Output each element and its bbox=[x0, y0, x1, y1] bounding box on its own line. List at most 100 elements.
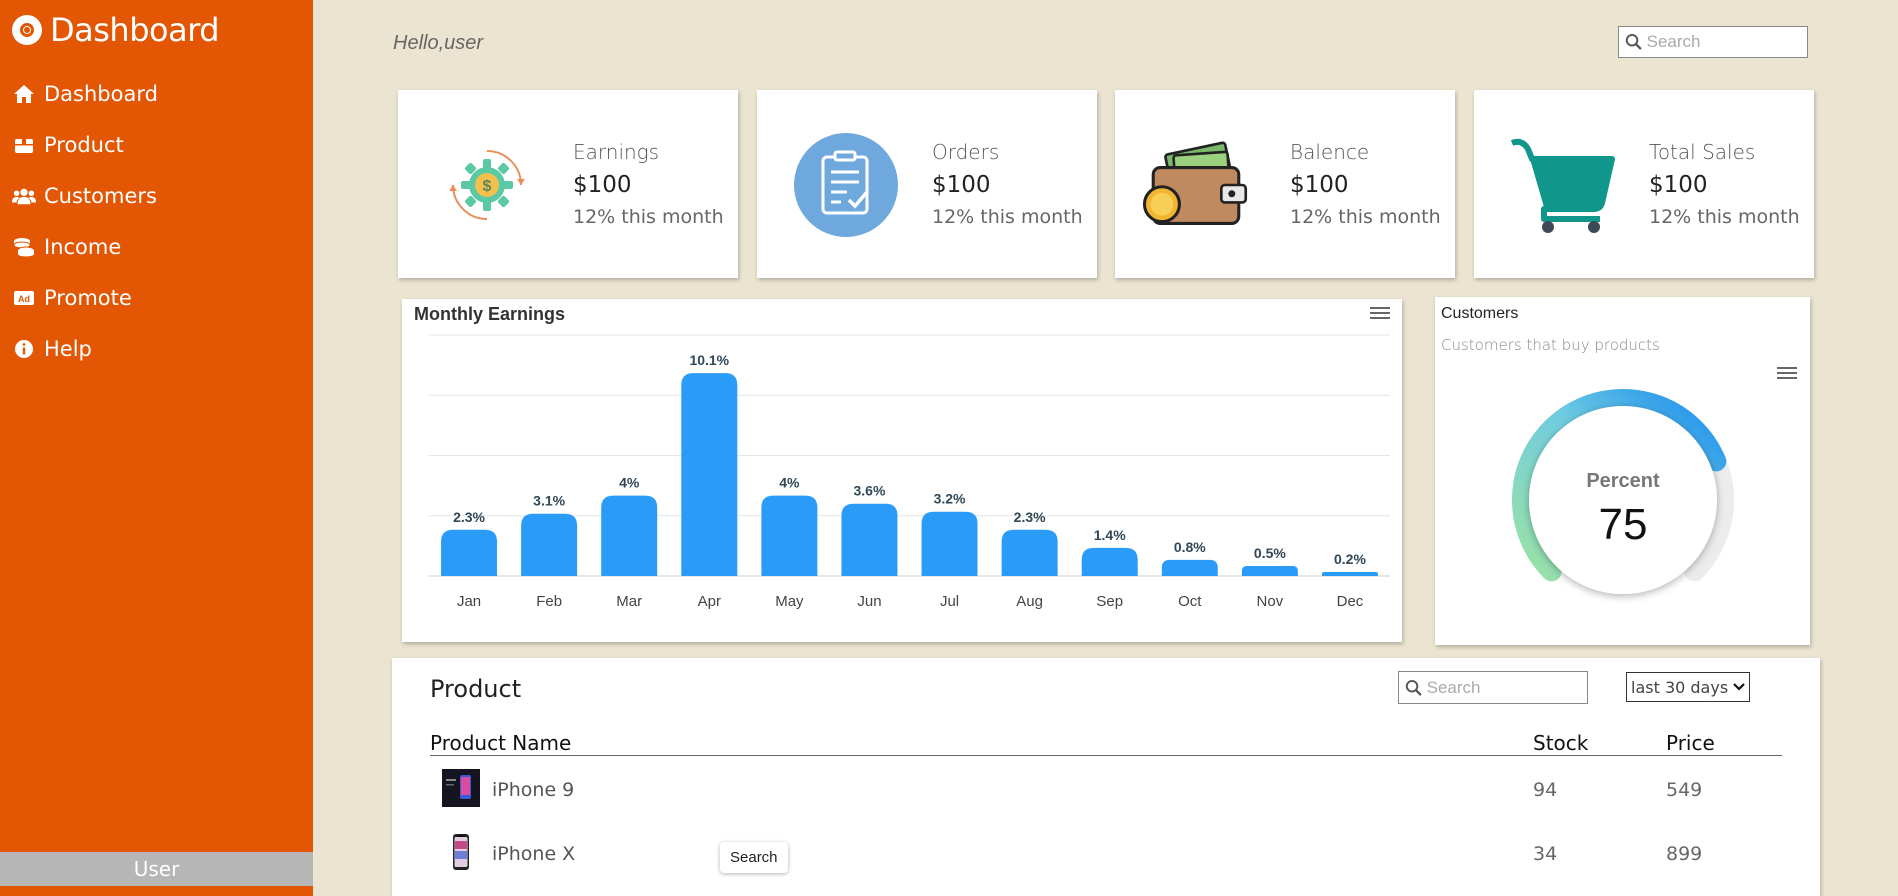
card-value: $100 bbox=[1649, 172, 1708, 198]
sidebar-item-help[interactable]: Help bbox=[12, 323, 158, 374]
x-tick-label: Mar bbox=[616, 593, 642, 610]
data-label: 2.3% bbox=[453, 509, 485, 525]
bar[interactable] bbox=[441, 529, 498, 576]
customers-panel: Customers Customers that buy products Pe… bbox=[1435, 297, 1810, 645]
data-label: 4% bbox=[619, 475, 640, 491]
product-title: Product bbox=[430, 675, 522, 703]
sidebar-item-label: Promote bbox=[44, 285, 132, 310]
data-label: 3.1% bbox=[533, 493, 565, 509]
bar[interactable] bbox=[1081, 547, 1138, 576]
x-tick-label: Jun bbox=[857, 593, 881, 610]
product-name: iPhone 9 bbox=[492, 779, 575, 801]
header-search[interactable] bbox=[1618, 26, 1808, 58]
range-select[interactable]: last 30 days bbox=[1626, 672, 1750, 702]
card-label: Balence bbox=[1290, 140, 1370, 164]
product-price: 899 bbox=[1666, 843, 1703, 865]
data-label: 2.3% bbox=[1014, 509, 1046, 525]
stat-card-balance: Balence $100 12% this month bbox=[1115, 90, 1455, 278]
clipboard-check-icon bbox=[791, 130, 901, 240]
cart-icon bbox=[1508, 130, 1618, 240]
card-sub: 12% this month bbox=[573, 206, 724, 228]
product-stock: 34 bbox=[1533, 843, 1558, 865]
sidebar-item-income[interactable]: Income bbox=[12, 221, 158, 272]
chart-menu-icon[interactable] bbox=[1370, 304, 1390, 320]
sidebar-item-label: Customers bbox=[44, 183, 157, 208]
home-icon bbox=[12, 82, 36, 106]
data-label: 0.5% bbox=[1254, 545, 1286, 561]
sidebar: Dashboard Dashboard Product Customers In… bbox=[0, 0, 313, 896]
header-divider bbox=[430, 755, 1782, 756]
svg-text:$: $ bbox=[483, 178, 492, 195]
stat-card-earnings: $ Earnings $100 12% this month bbox=[398, 90, 738, 278]
data-label: 0.2% bbox=[1334, 551, 1366, 567]
table-row[interactable]: iPhone 9 94 549 bbox=[430, 759, 1782, 817]
x-tick-label: May bbox=[775, 593, 804, 610]
users-icon bbox=[12, 184, 36, 208]
sidebar-item-dashboard[interactable]: Dashboard bbox=[12, 68, 158, 119]
data-label: 1.4% bbox=[1094, 527, 1126, 543]
chart-title: Monthly Earnings bbox=[414, 304, 566, 324]
search-input[interactable] bbox=[1646, 32, 1807, 52]
search-tooltip: Search bbox=[720, 842, 788, 873]
card-value: $100 bbox=[1290, 172, 1349, 198]
search-icon bbox=[1625, 33, 1642, 50]
table-row[interactable]: iPhone X 34 899 bbox=[430, 823, 1782, 881]
brand-logo-icon bbox=[12, 15, 42, 45]
search-icon bbox=[1405, 679, 1422, 696]
card-value: $100 bbox=[932, 172, 991, 198]
x-tick-label: Jul bbox=[940, 593, 959, 610]
product-price: 549 bbox=[1666, 779, 1703, 801]
card-sub: 12% this month bbox=[932, 206, 1083, 228]
gauge-label: Percent bbox=[1586, 470, 1660, 492]
gauge-value: 75 bbox=[1599, 500, 1648, 549]
sidebar-item-label: Dashboard bbox=[44, 81, 158, 106]
bar[interactable] bbox=[1321, 571, 1378, 576]
box-icon bbox=[12, 133, 36, 157]
brand[interactable]: Dashboard bbox=[12, 10, 220, 50]
product-search-input[interactable] bbox=[1426, 677, 1587, 698]
sidebar-item-promote[interactable]: Ad Promote bbox=[12, 272, 158, 323]
gear-dollar-icon: $ bbox=[432, 130, 542, 240]
wallet-icon bbox=[1141, 130, 1251, 240]
bar[interactable] bbox=[841, 503, 898, 576]
product-thumbnail bbox=[442, 833, 480, 871]
product-panel: Product last 30 days Product Name Stock … bbox=[392, 658, 1820, 896]
sidebar-item-product[interactable]: Product bbox=[12, 119, 158, 170]
data-label: 0.8% bbox=[1174, 539, 1206, 555]
data-label: 4% bbox=[779, 475, 800, 491]
bar[interactable] bbox=[1161, 559, 1218, 576]
bar[interactable] bbox=[1241, 565, 1298, 576]
user-bar[interactable]: User bbox=[0, 852, 313, 886]
product-name: iPhone X bbox=[492, 843, 576, 865]
monthly-earnings-chart: Monthly Earnings 2.3% Jan 3.1% Feb 4% Mar 10.1… bbox=[402, 299, 1402, 642]
ad-icon: Ad bbox=[12, 286, 36, 310]
card-sub: 12% this month bbox=[1290, 206, 1441, 228]
sidebar-item-customers[interactable]: Customers bbox=[12, 170, 158, 221]
coins-icon bbox=[12, 235, 36, 259]
card-label: Earnings bbox=[573, 140, 660, 164]
product-stock: 94 bbox=[1533, 779, 1558, 801]
data-label: 3.6% bbox=[853, 483, 885, 499]
sidebar-item-label: Product bbox=[44, 132, 124, 157]
bar[interactable] bbox=[921, 511, 978, 576]
product-thumbnail bbox=[442, 769, 480, 807]
card-label: Total Sales bbox=[1649, 140, 1756, 164]
greeting: Hello,user bbox=[393, 32, 484, 54]
sidebar-item-label: Income bbox=[44, 234, 122, 259]
data-label: 10.1% bbox=[689, 352, 729, 368]
x-tick-label: Jan bbox=[457, 593, 481, 610]
bar[interactable] bbox=[761, 495, 818, 576]
bar[interactable] bbox=[521, 513, 578, 576]
product-search[interactable] bbox=[1398, 671, 1588, 704]
bar[interactable] bbox=[1001, 529, 1058, 576]
brand-title: Dashboard bbox=[50, 11, 220, 49]
column-header-stock[interactable]: Stock bbox=[1533, 731, 1588, 755]
bar-chart-svg: 2.3% Jan 3.1% Feb 4% Mar 10.1% Apr 4% May 3.6% Jun 3… bbox=[429, 334, 1390, 610]
x-tick-label: Oct bbox=[1178, 593, 1202, 610]
bar[interactable] bbox=[601, 495, 658, 576]
x-tick-label: Feb bbox=[536, 593, 562, 610]
column-header-name[interactable]: Product Name bbox=[430, 731, 571, 755]
x-tick-label: Nov bbox=[1257, 593, 1284, 610]
bar[interactable] bbox=[681, 373, 738, 576]
column-header-price[interactable]: Price bbox=[1666, 731, 1715, 755]
